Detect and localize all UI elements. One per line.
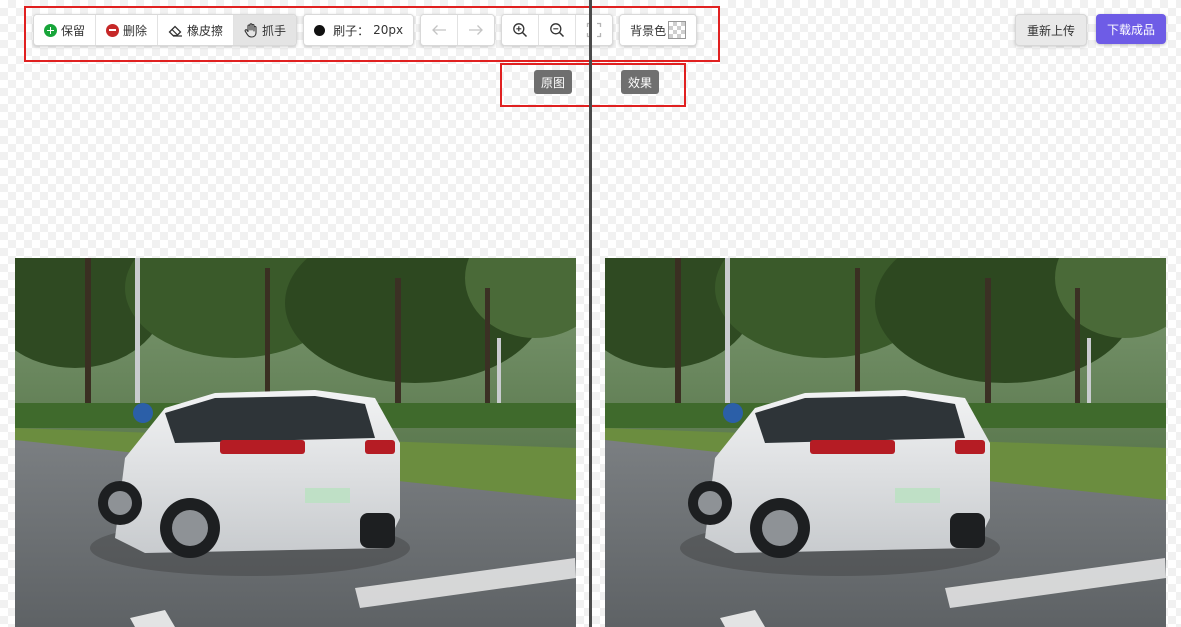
redo-button[interactable] — [458, 15, 495, 45]
history-group — [420, 14, 496, 46]
background-color-button[interactable]: 背景色 — [620, 15, 697, 45]
result-image[interactable] — [605, 258, 1166, 627]
delete-label: 删除 — [123, 23, 148, 38]
transparent-swatch-icon — [668, 21, 687, 39]
tool-group: 保留 删除 橡皮擦 抓手 — [33, 14, 298, 46]
plus-circle-icon — [44, 23, 57, 37]
arrow-right-icon — [469, 25, 483, 35]
brush-group: 刷子： 20px — [303, 14, 415, 46]
brush-label: 刷子： — [333, 23, 370, 38]
background-label: 背景色 — [630, 23, 667, 38]
compare-divider-handle[interactable] — [589, 0, 592, 627]
original-label: 原图 — [534, 70, 572, 94]
hand-icon — [244, 22, 258, 38]
fit-screen-button[interactable] — [576, 15, 613, 45]
zoom-in-button[interactable] — [502, 15, 540, 45]
arrow-left-icon — [432, 25, 447, 35]
result-label: 效果 — [621, 70, 659, 94]
zoom-in-icon — [513, 23, 528, 38]
brush-size-value: 20px — [373, 23, 404, 37]
hand-button[interactable]: 抓手 — [234, 15, 297, 45]
minus-circle-icon — [106, 23, 120, 37]
download-button[interactable]: 下载成品 — [1096, 14, 1166, 44]
hand-label: 抓手 — [262, 23, 287, 38]
zoom-out-button[interactable] — [539, 15, 577, 45]
undo-button[interactable] — [421, 15, 459, 45]
editor-toolbar: 保留 删除 橡皮擦 抓手 刷子： 20px 背景色 — [33, 14, 703, 46]
zoom-out-icon — [550, 23, 565, 38]
eraser-label: 橡皮擦 — [187, 23, 224, 38]
original-image[interactable] — [15, 258, 576, 627]
reupload-button[interactable]: 重新上传 — [1015, 14, 1087, 46]
brush-size-button[interactable]: 刷子： 20px — [304, 15, 414, 45]
brush-dot-icon — [314, 24, 326, 36]
eraser-icon — [168, 24, 183, 37]
eraser-button[interactable]: 橡皮擦 — [158, 15, 235, 45]
delete-button[interactable]: 删除 — [96, 15, 159, 45]
keep-label: 保留 — [61, 23, 86, 38]
zoom-group — [501, 14, 614, 46]
background-group: 背景色 — [619, 14, 698, 46]
keep-button[interactable]: 保留 — [34, 15, 97, 45]
